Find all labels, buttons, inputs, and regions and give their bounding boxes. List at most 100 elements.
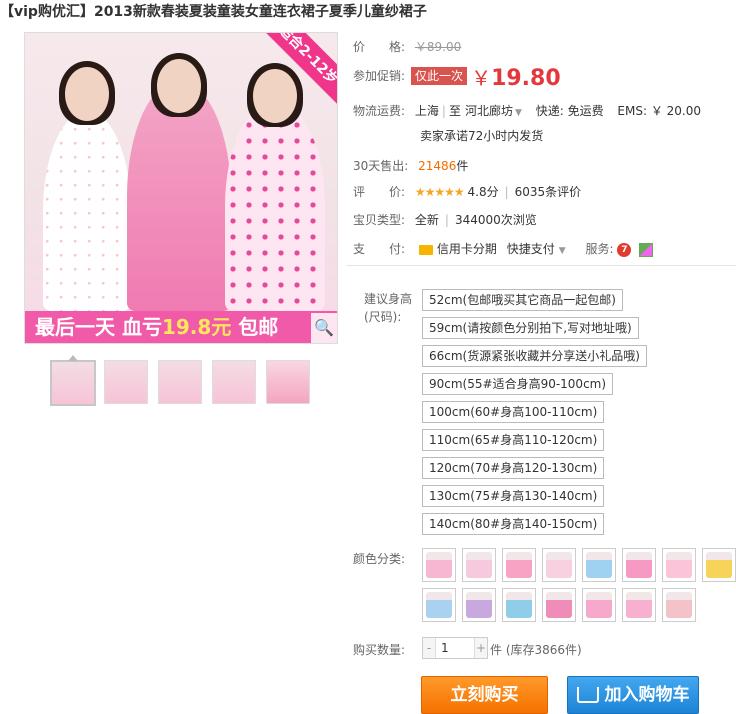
active-pointer-icon bbox=[68, 355, 78, 361]
color-swatch[interactable] bbox=[702, 548, 736, 582]
swatch-image bbox=[546, 552, 572, 578]
rating-row: 评 价: ★★★★★ 4.8分 | 6035条评价 bbox=[353, 183, 581, 200]
quantity-input[interactable]: 1 bbox=[441, 638, 471, 658]
cart-icon bbox=[576, 687, 599, 703]
swatch-image bbox=[666, 592, 692, 618]
color-swatch[interactable] bbox=[462, 548, 496, 582]
size-option[interactable]: 120cm(70#身高120-130cm) bbox=[422, 457, 605, 479]
ship-to-select[interactable]: 河北廊坊 bbox=[465, 104, 513, 118]
price-label: 价 格: bbox=[353, 40, 406, 54]
size-option[interactable]: 90cm(55#适合身高90-100cm) bbox=[422, 373, 614, 395]
separator: | bbox=[504, 185, 509, 199]
shipping-promise: 卖家承诺72小时内发货 bbox=[420, 129, 544, 143]
buy-now-button[interactable]: 立刻购买 bbox=[421, 676, 548, 714]
thumbnail-4[interactable] bbox=[212, 360, 256, 404]
color-label: 颜色分类: bbox=[353, 552, 406, 566]
quantity-stepper: - 1 + bbox=[422, 637, 488, 659]
product-title: 【vip购优汇】2013新款春装夏装童装女童连衣裙子夏季儿童纱裙子 bbox=[0, 2, 736, 22]
swatch-image bbox=[626, 592, 652, 618]
swatch-image bbox=[466, 552, 492, 578]
swatch-image bbox=[586, 592, 612, 618]
color-swatch[interactable] bbox=[422, 548, 456, 582]
size-option[interactable]: 100cm(60#身高100-110cm) bbox=[422, 401, 605, 423]
original-price: ￥89.00 bbox=[414, 40, 462, 54]
price-row: 价 格: ￥89.00 bbox=[353, 38, 461, 55]
quantity-minus-button[interactable]: - bbox=[423, 638, 436, 658]
face-shape bbox=[65, 67, 109, 121]
type-label: 宝贝类型: bbox=[353, 213, 406, 227]
sales-row: 30天售出: 21486件 bbox=[353, 157, 468, 174]
review-count-link[interactable]: 6035条评价 bbox=[515, 185, 582, 199]
color-swatch[interactable] bbox=[542, 548, 576, 582]
shipping-label: 物流运费: bbox=[353, 104, 406, 118]
promo-price: ￥19.80 bbox=[471, 66, 561, 91]
color-swatch[interactable] bbox=[622, 548, 656, 582]
view-count: 344000次浏览 bbox=[454, 213, 537, 227]
chevron-down-icon[interactable]: ▼ bbox=[559, 246, 566, 256]
color-swatch[interactable] bbox=[662, 548, 696, 582]
promo-price-value: 19.80 bbox=[491, 66, 561, 91]
guarantee-icon[interactable] bbox=[639, 242, 654, 257]
swatch-image bbox=[426, 592, 452, 618]
color-swatch[interactable] bbox=[582, 548, 616, 582]
title-prefix: 【vip购优汇】 bbox=[0, 4, 94, 20]
size-label: 建议身高(尺码): bbox=[364, 292, 413, 324]
color-swatch[interactable] bbox=[462, 588, 496, 622]
swatch-image bbox=[626, 552, 652, 578]
thumbnail-1[interactable] bbox=[50, 355, 96, 406]
banner-price: 19.8元 bbox=[161, 315, 232, 339]
add-to-cart-button[interactable]: 加入购物车 bbox=[567, 676, 699, 714]
express-fee: 快递: 免运费 bbox=[535, 104, 604, 118]
zoom-icon[interactable]: 🔍 bbox=[311, 313, 337, 343]
installment-option[interactable]: 信用卡分期 bbox=[437, 242, 497, 256]
promo-row: 参加促销: 仅此一次 ￥19.80 bbox=[353, 62, 561, 91]
size-option[interactable]: 110cm(65#身高110-120cm) bbox=[422, 429, 605, 451]
image-promo-banner: 最后一天 血亏19.8元 包邮 bbox=[25, 311, 337, 343]
color-swatch[interactable] bbox=[662, 588, 696, 622]
title-text: 2013新款春装夏装童装女童连衣裙子夏季儿童纱裙子 bbox=[93, 4, 427, 20]
credit-card-icon bbox=[418, 244, 433, 255]
sales-label: 30天售出: bbox=[353, 159, 409, 173]
thumbnail-5[interactable] bbox=[266, 360, 310, 404]
size-option[interactable]: 52cm(包邮哦买其它商品一起包邮) bbox=[422, 289, 623, 311]
swatch-image bbox=[466, 592, 492, 618]
yen-symbol: ￥ bbox=[471, 66, 492, 90]
rating-label: 评 价: bbox=[353, 185, 406, 199]
thumbnail-2[interactable] bbox=[104, 360, 148, 404]
payment-label: 支 付: bbox=[353, 242, 406, 256]
color-swatch[interactable] bbox=[502, 548, 536, 582]
girl-figure-right bbox=[225, 101, 325, 311]
swatch-image bbox=[586, 552, 612, 578]
seven-day-return-icon[interactable]: 7 bbox=[617, 242, 632, 257]
swatch-image bbox=[546, 592, 572, 618]
girl-figure-left bbox=[43, 111, 131, 311]
item-condition: 全新 bbox=[414, 213, 439, 227]
color-swatch[interactable] bbox=[422, 588, 456, 622]
color-swatch[interactable] bbox=[582, 588, 616, 622]
quantity-plus-button[interactable]: + bbox=[474, 638, 487, 658]
sales-unit: 件 bbox=[456, 159, 469, 173]
ship-from: 上海 bbox=[414, 104, 439, 118]
size-option[interactable]: 130cm(75#身高130-140cm) bbox=[422, 485, 605, 507]
banner-text-1: 最后一天 血亏 bbox=[35, 315, 162, 339]
swatch-image bbox=[506, 592, 532, 618]
separator: | bbox=[444, 213, 449, 227]
quick-pay-option[interactable]: 快捷支付 bbox=[507, 242, 555, 256]
size-option[interactable]: 140cm(80#身高140-150cm) bbox=[422, 513, 605, 535]
size-option[interactable]: 59cm(请按颜色分别拍下,写对地址哦) bbox=[422, 317, 639, 339]
stock-info: 件 (库存3866件) bbox=[490, 643, 582, 657]
main-product-image[interactable]: 适合2-12岁 最后一天 血亏19.8元 包邮 🔍 bbox=[24, 32, 338, 344]
shipping-row: 物流运费: 上海 | 至河北廊坊 ▼ 快递: 免运费 EMS: ￥ 20.00 bbox=[353, 102, 701, 119]
rating-stars-icon: ★★★★★ bbox=[414, 185, 465, 199]
thumbnail-3[interactable] bbox=[158, 360, 202, 404]
color-swatch[interactable] bbox=[502, 588, 536, 622]
color-swatch[interactable] bbox=[622, 588, 656, 622]
face-shape bbox=[157, 59, 201, 113]
divider bbox=[346, 265, 736, 266]
color-swatch[interactable] bbox=[542, 588, 576, 622]
chevron-down-icon[interactable]: ▼ bbox=[515, 108, 522, 118]
quantity-label: 购买数量: bbox=[353, 643, 406, 657]
separator: | bbox=[441, 104, 446, 118]
banner-text-2: 包邮 bbox=[231, 315, 279, 339]
size-option[interactable]: 66cm(货源紧张收藏并分享送小礼品哦) bbox=[422, 345, 647, 367]
